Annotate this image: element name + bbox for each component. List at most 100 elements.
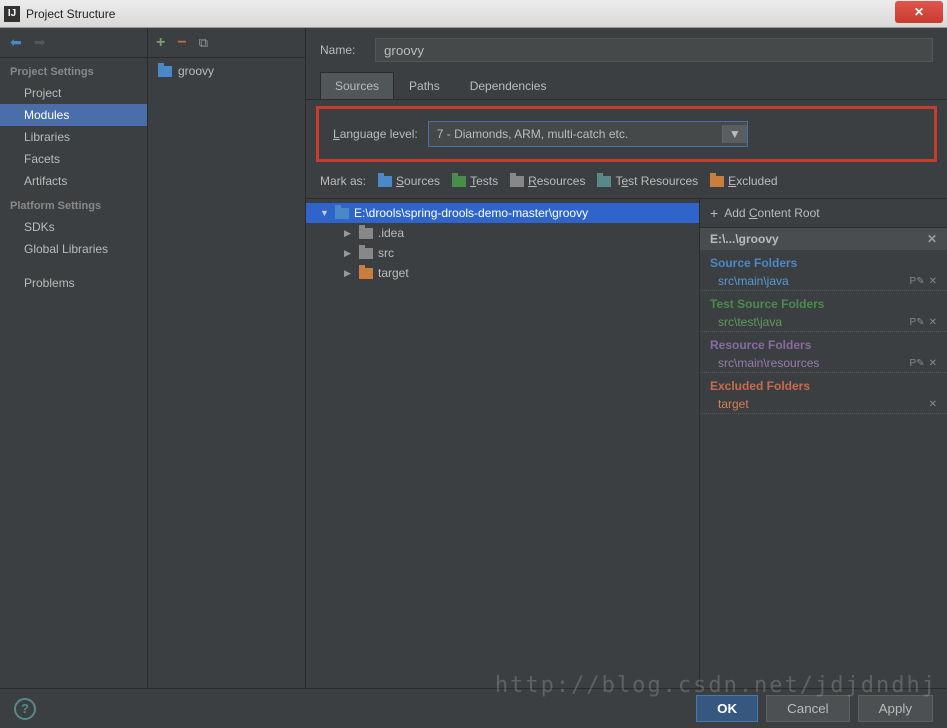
content-roots-panel: + Add Content Root E:\...\groovy ✕ Sourc… bbox=[699, 199, 947, 688]
help-button[interactable]: ? bbox=[14, 698, 36, 720]
folder-path[interactable]: src\main\resources P✎ ✕ bbox=[700, 354, 947, 373]
apply-button[interactable]: Apply bbox=[858, 695, 933, 722]
window-title: Project Structure bbox=[26, 7, 895, 21]
titlebar: IJ Project Structure ✕ bbox=[0, 0, 947, 28]
edit-icon[interactable]: P✎ bbox=[910, 276, 925, 287]
folder-icon bbox=[452, 176, 466, 187]
language-level-select[interactable]: 7 - Diamonds, ARM, multi-catch etc. ▼ bbox=[428, 121, 748, 147]
cancel-button[interactable]: Cancel bbox=[766, 695, 850, 722]
folder-path-label: src\main\java bbox=[718, 274, 789, 288]
module-toolbar: + − ⧉ bbox=[148, 28, 305, 58]
expand-icon[interactable]: ▶ bbox=[344, 248, 354, 259]
folder-section-header: Source Folders bbox=[700, 250, 947, 272]
edit-icon[interactable]: P✎ bbox=[910, 317, 925, 328]
nav-project[interactable]: Project bbox=[0, 82, 147, 104]
path-actions: ✕ bbox=[929, 399, 937, 410]
tree-item[interactable]: ▶ target bbox=[306, 263, 699, 283]
nav-arrows: ⬅ ➡ bbox=[0, 28, 147, 58]
tree-label: .idea bbox=[378, 226, 404, 240]
folder-icon bbox=[710, 176, 724, 187]
nav-modules[interactable]: Modules bbox=[0, 104, 147, 126]
folder-icon bbox=[359, 228, 373, 239]
ok-button[interactable]: OK bbox=[696, 695, 758, 722]
language-level-value: 7 - Diamonds, ARM, multi-catch etc. bbox=[437, 127, 628, 141]
remove-module-icon[interactable]: − bbox=[177, 34, 186, 52]
path-actions: P✎ ✕ bbox=[910, 358, 937, 369]
tree-root-label: E:\drools\spring-drools-demo-master\groo… bbox=[354, 206, 588, 220]
chevron-down-icon: ▼ bbox=[722, 125, 747, 143]
close-icon[interactable]: ✕ bbox=[929, 276, 937, 287]
name-row: Name: bbox=[306, 28, 947, 72]
folder-path[interactable]: src\test\java P✎ ✕ bbox=[700, 313, 947, 332]
footer: ? OK Cancel Apply bbox=[0, 688, 947, 728]
module-name-input[interactable] bbox=[375, 38, 933, 62]
edit-icon[interactable]: P✎ bbox=[910, 358, 925, 369]
nav-problems[interactable]: Problems bbox=[0, 272, 147, 294]
mark-as-label: Mark as: bbox=[320, 174, 366, 188]
expand-icon[interactable]: ▼ bbox=[320, 208, 330, 218]
module-name: groovy bbox=[178, 64, 214, 78]
path-actions: P✎ ✕ bbox=[910, 276, 937, 287]
close-button[interactable]: ✕ bbox=[895, 1, 943, 23]
tabs: Sources Paths Dependencies bbox=[306, 72, 947, 100]
language-level-row: LLanguage level:anguage level: 7 - Diamo… bbox=[316, 106, 937, 162]
expand-icon[interactable]: ▶ bbox=[344, 228, 354, 239]
close-icon[interactable]: ✕ bbox=[929, 317, 937, 328]
folder-path[interactable]: src\main\java P✎ ✕ bbox=[700, 272, 947, 291]
folder-icon bbox=[359, 268, 373, 279]
mark-as-row: Mark as: Sources Tests Resources Test Re… bbox=[306, 164, 947, 198]
content-root-path[interactable]: E:\...\groovy ✕ bbox=[700, 228, 947, 250]
app-icon: IJ bbox=[4, 6, 20, 22]
add-content-root[interactable]: + Add Content Root bbox=[700, 199, 947, 228]
add-module-icon[interactable]: + bbox=[156, 34, 165, 52]
language-level-label: LLanguage level:anguage level: bbox=[333, 127, 418, 141]
tree-label: src bbox=[378, 246, 394, 260]
mark-tests[interactable]: Tests bbox=[452, 174, 498, 188]
copy-module-icon[interactable]: ⧉ bbox=[199, 35, 208, 51]
module-list-panel: + − ⧉ groovy bbox=[148, 28, 306, 688]
section-project-settings: Project Settings bbox=[0, 58, 147, 82]
plus-icon: + bbox=[710, 205, 718, 221]
mark-excluded[interactable]: Excluded bbox=[710, 174, 777, 188]
section-platform-settings: Platform Settings bbox=[0, 192, 147, 216]
path-actions: P✎ ✕ bbox=[910, 317, 937, 328]
folder-icon bbox=[158, 66, 172, 77]
close-icon[interactable]: ✕ bbox=[927, 232, 937, 246]
folder-path-label: src\main\resources bbox=[718, 356, 819, 370]
module-item-groovy[interactable]: groovy bbox=[148, 58, 305, 84]
folder-section-header: Resource Folders bbox=[700, 332, 947, 354]
tree-item[interactable]: ▶ .idea bbox=[306, 223, 699, 243]
folder-icon bbox=[597, 176, 611, 187]
nav-artifacts[interactable]: Artifacts bbox=[0, 170, 147, 192]
left-sidebar: ⬅ ➡ Project Settings Project Modules Lib… bbox=[0, 28, 148, 688]
tab-paths[interactable]: Paths bbox=[394, 72, 455, 99]
nav-libraries[interactable]: Libraries bbox=[0, 126, 147, 148]
folder-path-label: src\test\java bbox=[718, 315, 782, 329]
tree-item[interactable]: ▶ src bbox=[306, 243, 699, 263]
folder-path[interactable]: target ✕ bbox=[700, 395, 947, 414]
folder-icon bbox=[510, 176, 524, 187]
folder-section-header: Test Source Folders bbox=[700, 291, 947, 313]
folder-path-label: target bbox=[718, 397, 749, 411]
nav-sdks[interactable]: SDKs bbox=[0, 216, 147, 238]
folder-icon bbox=[335, 208, 349, 219]
content-row: ▼ E:\drools\spring-drools-demo-master\gr… bbox=[306, 198, 947, 688]
nav-facets[interactable]: Facets bbox=[0, 148, 147, 170]
close-icon[interactable]: ✕ bbox=[929, 399, 937, 410]
mark-resources[interactable]: Resources bbox=[510, 174, 585, 188]
mark-sources[interactable]: Sources bbox=[378, 174, 440, 188]
folder-section-header: Excluded Folders bbox=[700, 373, 947, 395]
root-path-label: E:\...\groovy bbox=[710, 232, 779, 246]
forward-arrow-icon[interactable]: ➡ bbox=[34, 34, 46, 51]
mark-test-resources[interactable]: Test Resources bbox=[597, 174, 698, 188]
nav-global-libraries[interactable]: Global Libraries bbox=[0, 238, 147, 260]
name-label: Name: bbox=[320, 43, 365, 57]
folder-icon bbox=[378, 176, 392, 187]
tree-root[interactable]: ▼ E:\drools\spring-drools-demo-master\gr… bbox=[306, 203, 699, 223]
tab-sources[interactable]: Sources bbox=[320, 72, 394, 99]
folder-icon bbox=[359, 248, 373, 259]
close-icon[interactable]: ✕ bbox=[929, 358, 937, 369]
tab-dependencies[interactable]: Dependencies bbox=[455, 72, 562, 99]
back-arrow-icon[interactable]: ⬅ bbox=[10, 34, 22, 51]
expand-icon[interactable]: ▶ bbox=[344, 268, 354, 279]
